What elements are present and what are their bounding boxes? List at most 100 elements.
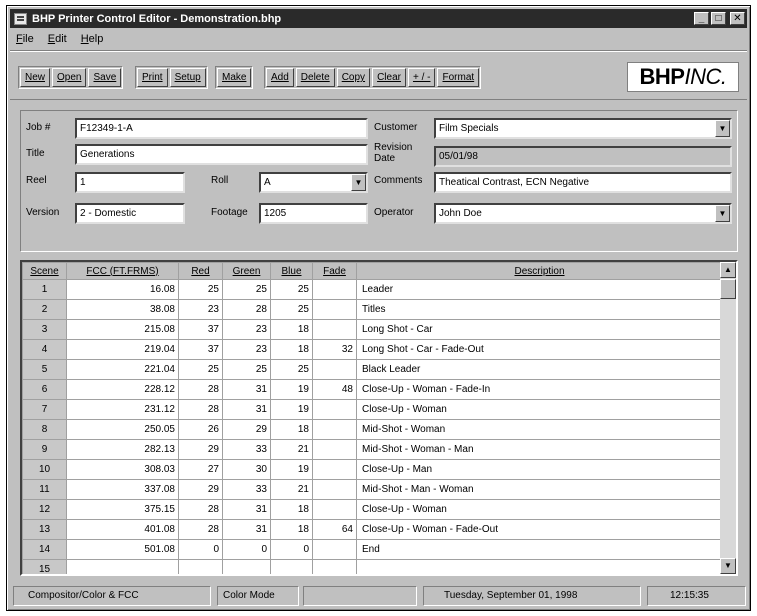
cell-description[interactable]: Black Leader: [356, 359, 723, 380]
customer-select[interactable]: Film Specials ▼: [434, 118, 732, 139]
title-bar[interactable]: BHP Printer Control Editor - Demonstrati…: [10, 9, 747, 28]
table-row[interactable]: 2 38.08 23 28 25 Titles: [22, 299, 723, 320]
cell-scene[interactable]: 13: [22, 519, 67, 540]
table-row[interactable]: 1 16.08 25 25 25 Leader: [22, 279, 723, 300]
cell-fade[interactable]: [312, 319, 357, 340]
delete-button[interactable]: Delete: [295, 68, 335, 87]
cell-red[interactable]: 28: [178, 379, 223, 400]
column-header-description[interactable]: Description: [356, 262, 723, 280]
table-row[interactable]: 11 337.08 29 33 21 Mid-Shot - Man - Woman: [22, 479, 723, 500]
cell-scene[interactable]: 4: [22, 339, 67, 360]
column-header-green[interactable]: Green: [222, 262, 271, 280]
cell-green[interactable]: 29: [222, 419, 271, 440]
cell-fcc[interactable]: 375.15: [66, 499, 179, 520]
cell-scene[interactable]: 8: [22, 419, 67, 440]
cell-fcc[interactable]: 231.12: [66, 399, 179, 420]
menu-help[interactable]: Help: [81, 33, 104, 45]
cell-red[interactable]: 0: [178, 539, 223, 560]
table-row[interactable]: 13 401.08 28 31 18 64 Close-Up - Woman - Fade-…: [22, 519, 723, 540]
cell-fade[interactable]: [312, 499, 357, 520]
cell-scene[interactable]: 1: [22, 279, 67, 300]
cell-red[interactable]: 29: [178, 479, 223, 500]
cell-scene[interactable]: 15: [22, 559, 67, 574]
cell-fade[interactable]: [312, 399, 357, 420]
cell-fcc[interactable]: 215.08: [66, 319, 179, 340]
cell-blue[interactable]: 21: [270, 439, 313, 460]
cell-red[interactable]: 28: [178, 519, 223, 540]
table-row[interactable]: 3 215.08 37 23 18 Long Shot - Car: [22, 319, 723, 340]
roll-select[interactable]: A ▼: [259, 172, 368, 193]
cell-blue[interactable]: 0: [270, 539, 313, 560]
cell-fcc[interactable]: [66, 559, 179, 574]
cell-description[interactable]: Long Shot - Car: [356, 319, 723, 340]
scroll-down-icon[interactable]: ▼: [720, 558, 736, 574]
scroll-thumb[interactable]: [720, 279, 736, 299]
cell-description[interactable]: Close-Up - Woman - Fade-In: [356, 379, 723, 400]
cell-scene[interactable]: 6: [22, 379, 67, 400]
cell-green[interactable]: [222, 559, 271, 574]
cell-red[interactable]: 37: [178, 319, 223, 340]
cell-fcc[interactable]: 308.03: [66, 459, 179, 480]
cell-fade[interactable]: [312, 279, 357, 300]
column-header-fcc[interactable]: FCC (FT.FRMS): [66, 262, 179, 280]
table-row[interactable]: 8 250.05 26 29 18 Mid-Shot - Woman: [22, 419, 723, 440]
table-row[interactable]: 9 282.13 29 33 21 Mid-Shot - Woman - Man: [22, 439, 723, 460]
cell-blue[interactable]: 25: [270, 299, 313, 320]
cell-description[interactable]: Close-Up - Woman: [356, 499, 723, 520]
cell-description[interactable]: Mid-Shot - Woman - Man: [356, 439, 723, 460]
cell-fade[interactable]: [312, 459, 357, 480]
cell-fcc[interactable]: 250.05: [66, 419, 179, 440]
cell-red[interactable]: 28: [178, 399, 223, 420]
cell-scene[interactable]: 5: [22, 359, 67, 380]
cell-green[interactable]: 23: [222, 319, 271, 340]
cell-fade[interactable]: [312, 439, 357, 460]
cell-description[interactable]: Titles: [356, 299, 723, 320]
minimize-button[interactable]: _: [694, 12, 709, 25]
table-row[interactable]: 5 221.04 25 25 25 Black Leader: [22, 359, 723, 380]
cell-blue[interactable]: 18: [270, 499, 313, 520]
make-button[interactable]: Make: [217, 68, 252, 87]
cell-red[interactable]: 26: [178, 419, 223, 440]
cell-green[interactable]: 31: [222, 399, 271, 420]
cell-fcc[interactable]: 501.08: [66, 539, 179, 560]
cell-fcc[interactable]: 282.13: [66, 439, 179, 460]
table-row[interactable]: 15: [22, 559, 723, 574]
menu-file[interactable]: File: [16, 33, 34, 45]
cell-red[interactable]: 29: [178, 439, 223, 460]
plus-minus-button[interactable]: + / -: [407, 68, 436, 87]
table-row[interactable]: 14 501.08 0 0 0 End: [22, 539, 723, 560]
cell-fcc[interactable]: 16.08: [66, 279, 179, 300]
cell-red[interactable]: 37: [178, 339, 223, 360]
cell-green[interactable]: 28: [222, 299, 271, 320]
cell-fcc[interactable]: 38.08: [66, 299, 179, 320]
cell-green[interactable]: 30: [222, 459, 271, 480]
print-button[interactable]: Print: [137, 68, 168, 87]
column-header-blue[interactable]: Blue: [270, 262, 313, 280]
cell-description[interactable]: Close-Up - Woman - Fade-Out: [356, 519, 723, 540]
open-button[interactable]: Open: [52, 68, 87, 87]
cell-red[interactable]: 25: [178, 359, 223, 380]
scroll-up-icon[interactable]: ▲: [720, 262, 736, 278]
app-icon[interactable]: [14, 12, 27, 25]
cell-fade[interactable]: 64: [312, 519, 357, 540]
chevron-down-icon[interactable]: ▼: [351, 174, 366, 191]
table-row[interactable]: 12 375.15 28 31 18 Close-Up - Woman: [22, 499, 723, 520]
cell-description[interactable]: Close-Up - Man: [356, 459, 723, 480]
chevron-down-icon[interactable]: ▼: [715, 205, 730, 222]
operator-select[interactable]: John Doe ▼: [434, 203, 732, 224]
cell-blue[interactable]: 25: [270, 279, 313, 300]
clear-button[interactable]: Clear: [372, 68, 406, 87]
cell-fcc[interactable]: 219.04: [66, 339, 179, 360]
cell-scene[interactable]: 12: [22, 499, 67, 520]
table-row[interactable]: 10 308.03 27 30 19 Close-Up - Man: [22, 459, 723, 480]
cell-blue[interactable]: 19: [270, 379, 313, 400]
cell-blue[interactable]: 25: [270, 359, 313, 380]
vertical-scrollbar[interactable]: ▲ ▼: [720, 262, 736, 574]
cell-description[interactable]: End: [356, 539, 723, 560]
version-field[interactable]: 2 - Domestic: [75, 203, 185, 224]
save-button[interactable]: Save: [88, 68, 122, 87]
close-button[interactable]: ✕: [730, 12, 745, 25]
add-button[interactable]: Add: [266, 68, 294, 87]
cell-fade[interactable]: [312, 359, 357, 380]
copy-button[interactable]: Copy: [336, 68, 371, 87]
